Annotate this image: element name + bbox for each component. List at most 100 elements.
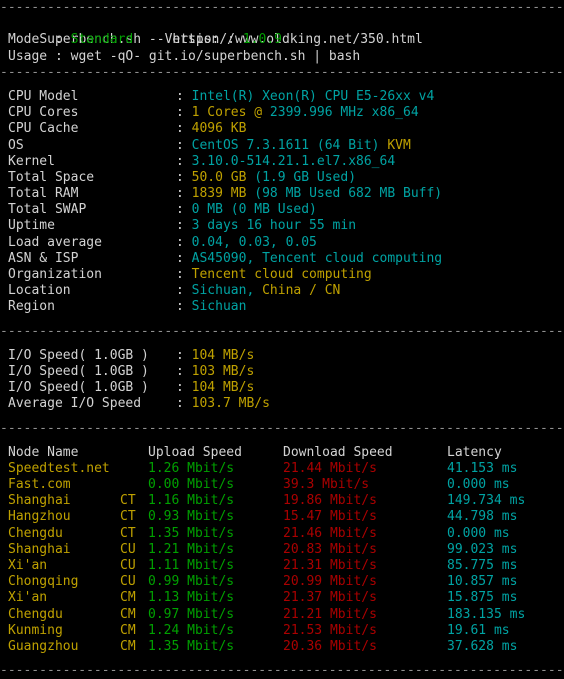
speedtest-upload-speed: 1.24 Mbit/s: [148, 622, 235, 638]
sysinfo-row: Total Space: 50.0 GB (1.9 GB Used): [0, 170, 564, 186]
sysinfo-row: CPU Cores: 1 Cores @ 2399.996 MHz x86_64: [0, 105, 564, 121]
speedtest-latency: 44.798 ms: [447, 509, 518, 525]
io-speed-colon: :: [176, 363, 192, 379]
speedtest-download-speed: 20.83 Mbit/s: [283, 541, 377, 557]
speedtest-node-isp: CU: [120, 541, 136, 557]
io-speed-colon: :: [176, 347, 192, 363]
sysinfo-value: Sichuan,: [191, 283, 255, 299]
sysinfo-label: OS: [8, 137, 24, 153]
speedtest-table-header: Node Name Upload Speed Download Speed Laten…: [0, 445, 564, 461]
speedtest-node-isp: CM: [120, 638, 136, 654]
speedtest-row: Hangzhou CT 0.93 Mbit/s 15.47 Mbit/s 44.798 …: [0, 509, 564, 525]
io-speed-colon: :: [176, 380, 192, 396]
speedtest-node-name: Chengdu: [8, 606, 63, 622]
speedtest-upload-speed: 1.11 Mbit/s: [148, 558, 235, 573]
speedtest-upload-speed: 1.16 Mbit/s: [148, 493, 235, 509]
speedtest-node-isp: CT: [120, 493, 136, 509]
speedtest-upload-speed: 0.93 Mbit/s: [148, 509, 235, 525]
io-speed-value: 103.7 MB/s: [191, 396, 270, 412]
io-speed-block: I/O Speed( 1.0GB ): 104 MB/s I/O Speed( 1…: [0, 348, 564, 413]
speedtest-node-name: Shanghai: [8, 541, 71, 557]
speedtest-latency: 41.153 ms: [447, 460, 518, 476]
sysinfo-colon: :: [176, 137, 192, 153]
speedtest-node-isp: CT: [120, 509, 136, 525]
sysinfo-row: Kernel: 3.10.0-514.21.1.el7.x86_64: [0, 154, 564, 170]
speedtest-node-isp: CM: [120, 622, 136, 638]
system-info-block: CPU Model: Intel(R) Xeon(R) CPU E5-26xx …: [0, 89, 564, 316]
sysinfo-value: 3.10.0-514.21.1.el7.x86_64: [191, 153, 396, 169]
version-label: Version: [164, 32, 220, 48]
speedtest-latency: 149.734 ms: [447, 493, 526, 509]
io-speed-row: I/O Speed( 1.0GB ): 104 MB/s: [0, 348, 564, 364]
spacer-after-header: [0, 81, 564, 89]
io-speed-value: 103 MB/s: [191, 363, 255, 379]
sysinfo-row: Region: Sichuan: [0, 299, 564, 315]
io-speed-row: Average I/O Speed: 103.7 MB/s: [0, 396, 564, 412]
sysinfo-label: CPU Cache: [8, 121, 79, 137]
sysinfo-label: Location: [8, 283, 71, 299]
sysinfo-value: 4096 KB: [191, 121, 247, 137]
sysinfo-value-secondary: 2399.996 MHz x86_64: [262, 105, 419, 121]
sysinfo-row: Load average: 0.04, 0.03, 0.05: [0, 235, 564, 251]
sysinfo-label: Uptime: [8, 218, 55, 234]
sysinfo-value: 0 MB (0 MB Used): [191, 202, 317, 218]
usage-label: Usage: [8, 48, 48, 64]
sysinfo-label: CPU Cores: [8, 105, 79, 121]
spacer-before-io: [0, 316, 564, 324]
sysinfo-colon: :: [176, 283, 192, 299]
speedtest-node-name: Xi'an: [8, 590, 48, 606]
sysinfo-colon: :: [176, 267, 192, 282]
mode-colon-spacer: :: [39, 32, 71, 48]
speedtest-download-speed: 21.21 Mbit/s: [283, 606, 377, 622]
speedtest-latency: 85.775 ms: [447, 558, 518, 573]
sysinfo-colon: :: [176, 234, 192, 250]
speedtest-download-speed: 20.36 Mbit/s: [283, 638, 377, 654]
sysinfo-row: OS: CentOS 7.3.1611 (64 Bit) KVM: [0, 138, 564, 154]
speedtest-node-isp: CU: [120, 574, 136, 590]
speedtest-latency: 37.628 ms: [447, 638, 518, 654]
sysinfo-colon: :: [176, 299, 192, 315]
mode-label: Mode: [8, 32, 40, 48]
sysinfo-row: Total SWAP: 0 MB (0 MB Used): [0, 202, 564, 218]
speedtest-node-name: Kunming: [8, 622, 63, 638]
version-value: 1.0.9: [242, 32, 282, 48]
sysinfo-label: ASN & ISP: [8, 250, 79, 266]
speedtest-column-header: Node Name: [8, 444, 79, 460]
spacer-after-speedtest-separator: [0, 437, 564, 445]
separator-line-after-header: ----------------------------------------…: [0, 64, 564, 80]
sysinfo-value: 1839 MB: [191, 186, 247, 202]
sysinfo-colon: :: [176, 218, 192, 234]
sysinfo-colon: :: [176, 121, 192, 137]
sysinfo-row: Total RAM: 1839 MB (98 MB Used 682 MB Bu…: [0, 186, 564, 202]
speedtest-node-isp: CM: [120, 606, 136, 622]
speedtest-download-speed: 21.44 Mbit/s: [283, 460, 377, 476]
speedtest-table-body: Speedtest.net 1.26 Mbit/s 21.44 Mbit/s 41.1…: [0, 461, 564, 655]
speedtest-row: Chongqing CU 0.99 Mbit/s 20.99 Mbit/s 10.857…: [0, 574, 564, 590]
speedtest-row: Guangzhou CM 1.35 Mbit/s 20.36 Mbit/s 37.628…: [0, 639, 564, 655]
speedtest-node-name: Chongqing: [8, 574, 79, 590]
speedtest-upload-speed: 1.21 Mbit/s: [148, 541, 235, 557]
io-speed-value: 104 MB/s: [191, 380, 255, 396]
sysinfo-label: CPU Model: [8, 88, 79, 104]
sysinfo-colon: :: [176, 88, 192, 104]
speedtest-latency: 15.875 ms: [447, 590, 518, 606]
speedtest-row: Speedtest.net 1.26 Mbit/s 21.44 Mbit/s 41.1…: [0, 461, 564, 477]
speedtest-upload-speed: 1.13 Mbit/s: [148, 590, 235, 606]
sysinfo-row: Organization: Tencent cloud computing: [0, 267, 564, 283]
separator-line-before-speedtest: ----------------------------------------…: [0, 420, 564, 436]
usage-line: Usage : wget -qO- git.io/superbench.sh |…: [0, 49, 564, 65]
speedtest-node-name: Speedtest.net: [8, 460, 110, 476]
sysinfo-value-secondary: KVM: [379, 137, 411, 153]
sysinfo-value: Tencent cloud computing: [191, 267, 372, 282]
sysinfo-value-secondary: (1.9 GB Used): [246, 169, 357, 185]
speedtest-latency: 19.61 ms: [447, 622, 510, 638]
speedtest-node-name: Fast.com: [8, 477, 71, 493]
speedtest-column-header: Upload Speed: [148, 444, 242, 460]
sysinfo-value: Sichuan: [191, 299, 247, 315]
speedtest-upload-speed: 0.99 Mbit/s: [148, 574, 235, 590]
sysinfo-label: Kernel: [8, 153, 55, 169]
io-speed-row: I/O Speed( 1.0GB ): 104 MB/s: [0, 380, 564, 396]
sysinfo-value-secondary: (98 MB Used 682 MB Buff): [246, 186, 443, 202]
io-speed-label: Average I/O Speed: [8, 396, 142, 412]
speedtest-column-header: Latency: [447, 444, 502, 460]
